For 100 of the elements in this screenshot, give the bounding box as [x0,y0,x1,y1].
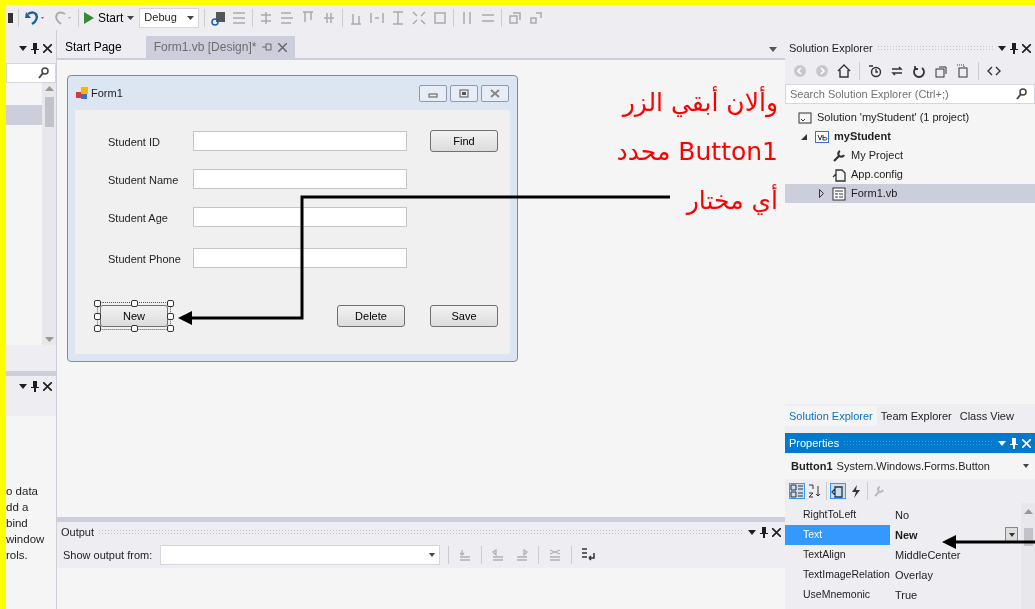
categorized-icon[interactable] [790,484,804,498]
help-text: rols. [6,548,29,563]
pane-title: Properties [789,435,840,451]
toolbar-icon[interactable] [8,10,13,25]
caret-icon [1008,533,1015,537]
panel-tab[interactable]: Solution Explorer [785,405,877,426]
close-icon [278,42,288,52]
play-icon [84,11,94,24]
pin-icon[interactable] [1010,42,1018,54]
start-button[interactable]: Start [84,8,135,27]
object-selector[interactable]: Button1 System.Windows.Forms.Button [785,453,1035,479]
scroll-up-icon [1023,509,1033,514]
expanded-arrow-icon[interactable] [801,133,807,140]
solution-icon [798,110,812,125]
maximize-icon[interactable] [459,88,469,98]
configuration-dropdown[interactable]: Debug [139,7,200,28]
files-icon[interactable] [956,64,970,78]
dropdown-icon[interactable] [769,47,777,52]
text-field[interactable] [193,248,407,268]
alphabetical-icon[interactable] [808,484,822,498]
help-text: dd a [6,500,30,515]
word-wrap-icon[interactable] [580,547,597,563]
annotation-text: وألان أبقي الزر [620,85,778,120]
close-icon[interactable] [772,527,781,537]
caret-icon [1023,464,1029,468]
collapsed-arrow-icon[interactable] [818,189,824,198]
text-field[interactable] [193,169,407,189]
pin-icon[interactable] [31,42,39,54]
tree-item[interactable]: My Project [785,146,1035,165]
property-name[interactable]: RightToLeft [785,505,890,525]
toolbar-icon[interactable] [210,9,227,26]
clock-icon[interactable] [868,64,882,78]
pin-icon[interactable] [31,380,39,392]
search-icon [37,67,51,79]
dropdown-icon[interactable] [998,45,1006,51]
collapse-icon[interactable] [934,64,948,78]
field-label: Student Age [108,211,168,226]
property-name[interactable]: TextImageRelation [785,565,890,585]
code-icon[interactable] [987,64,1001,78]
help-text: o data [6,484,39,499]
document-tab[interactable]: Start Page [57,36,130,58]
scrollbar[interactable] [1021,503,1035,609]
caret-icon [429,553,436,557]
output-source-label: Show output from: [63,547,153,563]
annotation-text: أي مختار [684,183,778,217]
form-button[interactable]: New [100,305,168,327]
search-field[interactable] [6,63,56,83]
scrollbar-thumb[interactable] [44,97,54,127]
dropdown-icon[interactable] [748,529,756,535]
field-label: Student Name [108,173,179,188]
form-button[interactable]: Find [430,130,498,152]
pin-icon [262,43,273,51]
scroll-up-icon [44,86,54,91]
pin-icon[interactable] [760,526,768,538]
tree-item[interactable]: myStudent [785,127,1035,146]
form-icon [832,186,846,201]
form-icon [76,87,88,99]
home-icon[interactable] [837,64,851,78]
property-name[interactable]: UseMnemonic [785,585,890,605]
property-value[interactable]: True [890,585,1021,605]
text-field[interactable] [193,131,407,151]
annotation-text: Button1 محدد [615,136,778,168]
search-field[interactable]: Search Solution Explorer (Ctrl+;) [785,84,1035,104]
help-text: bind [6,516,29,531]
dropdown-icon[interactable] [19,45,27,51]
refresh-icon[interactable] [912,64,926,78]
scrollbar[interactable] [42,83,56,345]
close-icon[interactable] [1022,43,1031,53]
close-icon[interactable] [43,381,52,391]
scrollbar-thumb[interactable] [1023,528,1033,546]
field-label: Student ID [108,135,160,150]
property-value[interactable]: New [890,525,1021,545]
scroll-down-icon [44,337,54,342]
tree-item[interactable]: App.config [785,165,1035,184]
properties-icon [832,148,846,163]
project-icon [815,129,829,144]
sync-icon[interactable] [890,64,904,78]
tree-item[interactable]: Solution 'myStudent' (1 project) [785,108,1035,127]
text-field[interactable] [193,207,407,227]
property-value[interactable]: No [890,505,1021,525]
property-name[interactable]: TextAlign [785,545,890,565]
property-value[interactable]: Overlay [890,565,1021,585]
caret-icon [127,15,135,20]
events-icon[interactable] [849,484,863,498]
search-icon [1014,88,1030,100]
dropdown-icon[interactable] [19,383,27,389]
help-text: window [6,532,46,547]
config-icon [832,167,846,182]
property-value[interactable]: MiddleCenter [890,545,1021,565]
close-icon[interactable] [43,43,52,53]
undo-icon[interactable] [24,9,46,26]
caret-icon [187,15,195,20]
pane-title: Solution Explorer [789,40,873,56]
form-button[interactable]: Save [430,305,498,327]
tree-item[interactable]: Form1.vb [785,184,1035,203]
form-title: Form1 [91,85,123,101]
pane-title: Output [61,524,95,540]
form-button[interactable]: Delete [337,305,405,327]
properties-icon[interactable] [831,484,845,498]
field-label: Student Phone [108,252,181,267]
